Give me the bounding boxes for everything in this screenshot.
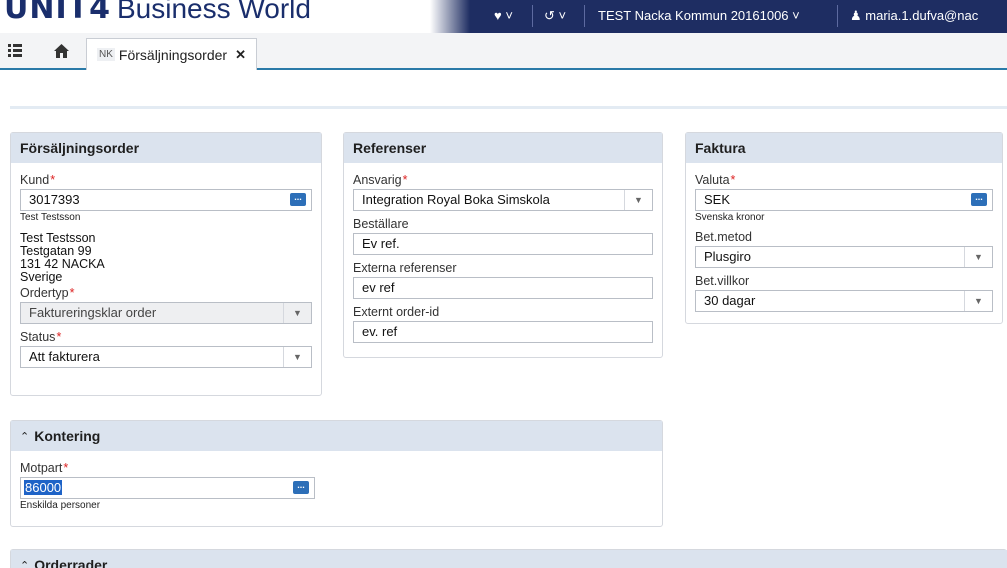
chevron-up-icon: ⌃ xyxy=(20,559,30,568)
kund-value: 3017393 xyxy=(29,192,80,207)
betmetod-label: Bet.metod xyxy=(695,230,752,244)
panel-title: Kontering xyxy=(34,428,101,444)
betvillkor-value: 30 dagar xyxy=(704,293,756,308)
divider xyxy=(10,106,1007,109)
ordertyp-value: Faktureringsklar order xyxy=(29,305,157,320)
company-name: TEST Nacka Kommun 20161006 xyxy=(598,8,789,23)
panel-title: Referenser xyxy=(344,133,662,163)
user-icon: ♟ xyxy=(850,8,862,23)
brand-logo[interactable]: UNIT4 Business World xyxy=(4,0,311,26)
valuta-label: Valuta* xyxy=(695,173,736,187)
status-label: Status* xyxy=(20,330,62,344)
divider xyxy=(584,5,585,27)
motpart-label: Motpart* xyxy=(20,461,69,475)
address-line: Sverige xyxy=(20,270,63,284)
panel-orderrader: ⌃ Orderrader xyxy=(10,549,1007,568)
bestallare-label: Beställare xyxy=(353,217,409,231)
section-toggle-orderrader[interactable]: ⌃ Orderrader xyxy=(11,550,1007,568)
valuta-value: SEK xyxy=(704,192,731,207)
panel-title: Orderrader xyxy=(34,557,108,568)
betmetod-select[interactable]: Plusgiro ▼ xyxy=(695,246,993,268)
chevron-down-icon[interactable]: ▼ xyxy=(624,190,652,210)
valuta-name: Svenska kronor xyxy=(695,212,765,223)
close-icon[interactable]: ✕ xyxy=(235,47,246,63)
top-header: UNIT4 Business World ♥ ˅ ↺ ˅ TEST Nacka K… xyxy=(0,0,1007,33)
product-name: Business World xyxy=(116,0,311,24)
chevron-down-icon[interactable]: ▼ xyxy=(283,347,311,367)
lookup-icon[interactable]: ... xyxy=(971,193,987,206)
chevron-up-icon: ⌃ xyxy=(20,430,30,443)
status-select[interactable]: Att fakturera ▼ xyxy=(20,346,312,368)
app-window: UNIT4 Business World ♥ ˅ ↺ ˅ TEST Nacka K… xyxy=(0,0,1007,568)
divider xyxy=(532,5,533,27)
externt-order-id-label: Externt order-id xyxy=(353,305,440,319)
kund-name: Test Testsson xyxy=(20,212,81,223)
panel-invoice: Faktura Valuta* SEK ... Svenska kronor B… xyxy=(685,132,1003,324)
externa-referenser-input[interactable]: ev ref xyxy=(353,277,653,299)
betvillkor-select[interactable]: 30 dagar ▼ xyxy=(695,290,993,312)
company-selector[interactable]: TEST Nacka Kommun 20161006 ˅ xyxy=(598,8,800,23)
tab-label: Försäljningsorder xyxy=(118,46,228,63)
chevron-down-icon[interactable]: ▼ xyxy=(964,291,992,311)
panel-references: Referenser Ansvarig* Integration Royal B… xyxy=(343,132,663,358)
home-button[interactable] xyxy=(46,33,76,68)
kund-label: Kund* xyxy=(20,173,56,187)
betvillkor-label: Bet.villkor xyxy=(695,274,750,288)
ordertyp-label: Ordertyp* xyxy=(20,286,75,300)
home-icon xyxy=(53,43,69,58)
menu-button[interactable] xyxy=(0,33,30,68)
kund-field[interactable]: 3017393 ... xyxy=(20,189,312,211)
panel-title: Försäljningsorder xyxy=(11,133,321,163)
motpart-value: 86000 xyxy=(24,480,63,495)
panel-order: Försäljningsorder Kund* 3017393 ... Test… xyxy=(10,132,322,396)
lookup-icon[interactable]: ... xyxy=(293,481,309,494)
ordertyp-select[interactable]: Faktureringsklar order ▼ xyxy=(20,302,312,324)
bestallare-input[interactable]: Ev ref. xyxy=(353,233,653,255)
header-toolbar: ♥ ˅ ↺ ˅ TEST Nacka Kommun 20161006 ˅ ♟ m… xyxy=(430,0,1007,33)
chevron-down-icon[interactable]: ▼ xyxy=(964,247,992,267)
externa-referenser-label: Externa referenser xyxy=(353,261,457,275)
section-toggle-kontering[interactable]: ⌃ Kontering xyxy=(11,421,662,451)
chevron-down-icon: ˅ xyxy=(792,8,800,23)
tab-bar: NK Försäljningsorder ✕ xyxy=(0,33,1007,70)
address-line: 131 42 NACKA xyxy=(20,257,105,271)
ansvarig-value: Integration Royal Boka Simskola xyxy=(362,192,550,207)
valuta-field[interactable]: SEK ... xyxy=(695,189,993,211)
externt-order-id-input[interactable]: ev. ref xyxy=(353,321,653,343)
ansvarig-select[interactable]: Integration Royal Boka Simskola ▼ xyxy=(353,189,653,211)
user-menu[interactable]: ♟ maria.1.dufva@nac xyxy=(850,8,978,24)
favorites-menu[interactable]: ♥ ˅ xyxy=(494,8,513,23)
motpart-field[interactable]: 86000 ... xyxy=(20,477,315,499)
panel-title: Faktura xyxy=(686,133,1002,163)
tab-forsaljningsorder[interactable]: NK Försäljningsorder ✕ xyxy=(86,38,257,70)
chevron-down-icon[interactable]: ▼ xyxy=(283,303,311,323)
ansvarig-label: Ansvarig* xyxy=(353,173,408,187)
lookup-icon[interactable]: ... xyxy=(290,193,306,206)
betmetod-value: Plusgiro xyxy=(704,249,751,264)
status-value: Att fakturera xyxy=(29,349,100,364)
tab-badge: NK xyxy=(97,48,115,61)
customer-address: Test Testsson Testgatan 99 131 42 NACKA … xyxy=(20,232,312,284)
user-name: maria.1.dufva@nac xyxy=(865,8,979,23)
divider xyxy=(837,5,838,27)
unit4-logo: UNIT4 xyxy=(4,0,111,26)
motpart-name: Enskilda personer xyxy=(20,500,101,511)
history-menu[interactable]: ↺ ˅ xyxy=(544,8,566,24)
menu-icon xyxy=(8,44,22,57)
panel-kontering: ⌃ Kontering Motpart* 86000 ... Enskilda … xyxy=(10,420,663,527)
